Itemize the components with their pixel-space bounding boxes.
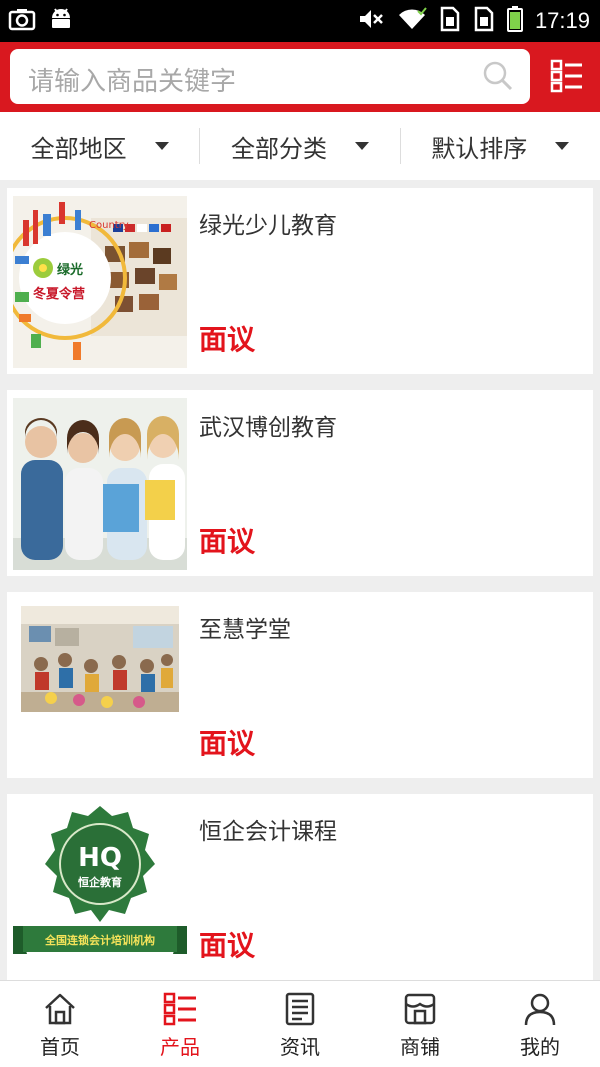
nav-store[interactable]: 商铺: [360, 981, 480, 1067]
camera-icon: [8, 7, 36, 35]
product-image[interactable]: [13, 600, 187, 772]
filter-category-dropdown[interactable]: 全部分类: [199, 128, 399, 164]
bottom-nav: 首页 产品 资讯 商铺 我的: [0, 980, 600, 1067]
caret-down-icon: [154, 142, 169, 150]
nav-label: 资讯: [280, 1035, 320, 1059]
product-list: 绿光 冬夏令营 Country 绿光少儿教育 面议 武汉博创教育 面议 至慧学堂…: [7, 188, 593, 996]
home-icon: [42, 991, 78, 1027]
product-price: 面议: [199, 323, 256, 356]
filter-region-dropdown[interactable]: 全部地区: [0, 128, 199, 164]
wifi-icon: [397, 7, 427, 35]
product-name[interactable]: 恒企会计课程: [199, 812, 337, 846]
sim1-icon: [439, 6, 461, 36]
caret-down-icon: [354, 142, 369, 150]
product-price: 面议: [199, 525, 256, 558]
product-image[interactable]: HQ 恒企教育 全国连锁会计培训机构: [13, 802, 187, 974]
product-logo-text: 绿光: [57, 262, 83, 278]
nav-products[interactable]: 产品: [120, 981, 240, 1067]
product-image[interactable]: 绿光 冬夏令营 Country: [13, 196, 187, 368]
user-icon: [522, 991, 558, 1027]
product-card[interactable]: 绿光 冬夏令营 Country 绿光少儿教育 面议: [7, 188, 593, 374]
product-name[interactable]: 武汉博创教育: [199, 408, 337, 442]
filter-label: 全部地区: [30, 134, 127, 163]
product-ribbon-text: 全国连锁会计培训机构: [44, 933, 155, 947]
search-header: 请输入商品关键字: [0, 42, 600, 112]
status-bar: 17:19: [0, 0, 600, 42]
product-logo-subtext: 恒企教育: [78, 875, 122, 889]
filter-label: 默认排序: [431, 134, 528, 163]
product-name[interactable]: 至慧学堂: [199, 610, 291, 644]
product-logo-text: HQ: [78, 843, 122, 873]
product-price: 面议: [199, 929, 256, 962]
filter-label: 全部分类: [230, 134, 327, 163]
android-icon: [48, 7, 74, 35]
product-image[interactable]: [13, 398, 187, 570]
news-icon: [282, 991, 318, 1027]
product-list-icon: [162, 991, 198, 1027]
status-time: 17:19: [534, 8, 590, 33]
sim2-icon: [473, 6, 495, 36]
product-banner-word: Country: [89, 220, 129, 231]
nav-label: 我的: [520, 1035, 560, 1059]
search-placeholder: 请输入商品关键字: [28, 67, 237, 97]
product-card[interactable]: HQ 恒企教育 全国连锁会计培训机构 恒企会计课程 面议: [7, 794, 593, 980]
nav-mine[interactable]: 我的: [480, 981, 600, 1067]
product-logo-subtext: 冬夏令营: [33, 286, 85, 302]
nav-label: 商铺: [400, 1035, 440, 1059]
product-card[interactable]: 武汉博创教育 面议: [7, 390, 593, 576]
nav-label: 首页: [40, 1035, 80, 1059]
product-price: 面议: [199, 727, 256, 760]
nav-news[interactable]: 资讯: [240, 981, 360, 1067]
mute-icon: [357, 7, 385, 35]
search-input[interactable]: 请输入商品关键字: [10, 49, 530, 104]
nav-home[interactable]: 首页: [0, 981, 120, 1067]
filter-bar: 全部地区 全部分类 默认排序: [0, 112, 600, 180]
grid-menu-icon[interactable]: [550, 58, 584, 94]
nav-label: 产品: [160, 1035, 200, 1059]
search-icon[interactable]: [482, 60, 514, 92]
product-card[interactable]: 至慧学堂 面议: [7, 592, 593, 778]
battery-icon: [506, 6, 523, 36]
product-name[interactable]: 绿光少儿教育: [199, 206, 337, 240]
store-icon: [402, 991, 438, 1027]
filter-sort-dropdown[interactable]: 默认排序: [399, 128, 600, 164]
caret-down-icon: [555, 142, 570, 150]
